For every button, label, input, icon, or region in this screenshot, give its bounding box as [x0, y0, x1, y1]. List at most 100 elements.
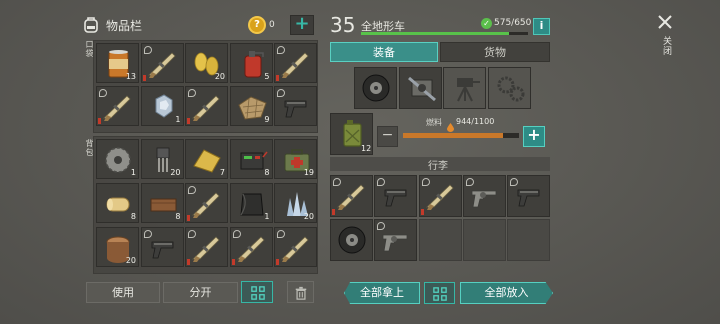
trash-button[interactable] — [287, 281, 314, 303]
pocket-slot[interactable] — [185, 86, 228, 126]
split-button[interactable]: 分开 — [163, 282, 238, 303]
luggage-slot[interactable] — [507, 219, 551, 261]
shotgun-icon — [192, 236, 220, 262]
luggage-slot[interactable] — [418, 219, 462, 261]
sort-grid-button[interactable] — [241, 281, 273, 303]
durability-bar — [231, 259, 235, 265]
item-count: 20 — [170, 168, 181, 177]
pocket-slot[interactable]: 13 — [96, 43, 139, 83]
luggage-slot[interactable] — [330, 219, 373, 261]
equipment-slot[interactable] — [487, 67, 531, 109]
close-button[interactable]: 关闭 — [652, 10, 678, 70]
durability-icon — [277, 89, 285, 97]
durability-icon — [99, 89, 107, 97]
shotgun-icon — [103, 95, 131, 121]
durability-bar — [276, 259, 279, 265]
fuel-can-count: 12 — [361, 144, 372, 153]
durability-icon — [143, 46, 152, 54]
shotgun-icon — [281, 52, 309, 78]
equipment-slot[interactable] — [354, 67, 397, 109]
luggage-slot[interactable] — [374, 219, 418, 261]
revolver-icon — [471, 190, 497, 208]
pocket-slot[interactable]: 1 — [140, 86, 184, 126]
shotgun-icon — [192, 95, 220, 121]
backpack-slot[interactable]: 1 — [229, 183, 273, 223]
pocket-slot[interactable]: 9 — [229, 86, 273, 126]
pocket-slot[interactable] — [274, 86, 317, 126]
durability-bar — [187, 118, 190, 124]
grid-icon — [433, 287, 447, 301]
trash-icon — [295, 286, 307, 300]
use-button[interactable]: 使用 — [86, 282, 160, 303]
durability-icon — [188, 89, 196, 97]
luggage-slot[interactable] — [507, 175, 551, 217]
item-count: 20 — [303, 212, 314, 221]
luggage-slot[interactable] — [418, 175, 462, 217]
pistol-icon — [517, 189, 540, 207]
item-count: 7 — [219, 168, 225, 177]
fuel-minus-button[interactable]: − — [377, 126, 398, 147]
vehicle-level: 35 — [330, 13, 356, 37]
item-count: 1 — [264, 212, 270, 221]
luggage-sort-button[interactable] — [424, 282, 455, 304]
tab-cargo[interactable]: 货物 — [440, 42, 550, 62]
backpack-slot[interactable] — [229, 227, 273, 267]
backpack-slot[interactable]: 1 — [96, 139, 139, 179]
close-label: 关闭 — [661, 36, 671, 56]
luggage-slot[interactable] — [462, 219, 506, 261]
tab-equipment-label: 装备 — [373, 46, 395, 59]
equipment-slot[interactable] — [398, 67, 442, 109]
coin-count: 0 — [269, 20, 275, 30]
turret-icon — [457, 78, 480, 102]
backpack-slot[interactable]: 20 — [274, 183, 317, 223]
backpack-slot[interactable]: 8 — [96, 183, 139, 223]
backpack-slot[interactable]: 20 — [140, 139, 184, 179]
backpack-slot[interactable] — [274, 227, 317, 267]
durability-icon — [232, 230, 241, 238]
backpack-slot[interactable]: 8 — [229, 139, 273, 179]
pistol-icon — [284, 100, 307, 118]
put-all-button[interactable]: 全部放入 — [460, 282, 553, 304]
vehicle-info-button[interactable]: i — [533, 18, 550, 35]
pocket-slot[interactable] — [96, 86, 139, 126]
take-all-button[interactable]: 全部拿上 — [344, 282, 420, 304]
tab-equipment[interactable]: 装备 — [330, 42, 438, 62]
inventory-title: 物品栏 — [106, 19, 143, 33]
durability-icon — [143, 230, 152, 238]
backpack-slot[interactable]: 8 — [140, 183, 184, 223]
pocket-slot[interactable]: 5 — [229, 43, 273, 83]
pocket-slot[interactable] — [140, 43, 184, 83]
durability-bar — [142, 75, 146, 81]
fuel-value: 944/1100 — [456, 117, 495, 126]
backpack-slot[interactable] — [185, 227, 228, 267]
item-count: 20 — [214, 72, 225, 81]
backpack-slot[interactable] — [185, 183, 228, 223]
minus-icon: − — [381, 127, 394, 143]
durability-icon — [421, 178, 430, 186]
fuel-can-slot[interactable]: 12 — [330, 113, 373, 155]
add-coins-button[interactable]: + — [290, 13, 314, 35]
backpack-slot[interactable]: 20 — [96, 227, 139, 267]
fuel-bar-track — [403, 133, 519, 138]
shotgun-icon — [281, 236, 309, 262]
engine-part-icon — [407, 76, 436, 102]
durability-icon — [333, 178, 341, 186]
equipment-slot[interactable] — [443, 67, 486, 109]
backpack-slot[interactable] — [140, 227, 184, 267]
backpack-slot[interactable]: 7 — [185, 139, 228, 179]
plus-icon: + — [294, 13, 310, 34]
luggage-slot[interactable] — [374, 175, 418, 217]
pocket-slot[interactable]: 20 — [185, 43, 228, 83]
use-button-label: 使用 — [112, 286, 134, 299]
fuel-plus-button[interactable]: + — [523, 125, 545, 147]
info-icon: i — [539, 19, 544, 32]
backpack-slot[interactable]: 19 — [274, 139, 317, 179]
revolver-icon — [382, 234, 408, 252]
take-all-label: 全部拿上 — [360, 286, 404, 299]
luggage-slot[interactable] — [462, 175, 506, 217]
pocket-slot[interactable] — [274, 43, 317, 83]
item-count: 5 — [264, 72, 270, 81]
luggage-slot[interactable] — [330, 175, 373, 217]
item-count: 1 — [175, 115, 181, 124]
gears-icon — [497, 76, 524, 102]
